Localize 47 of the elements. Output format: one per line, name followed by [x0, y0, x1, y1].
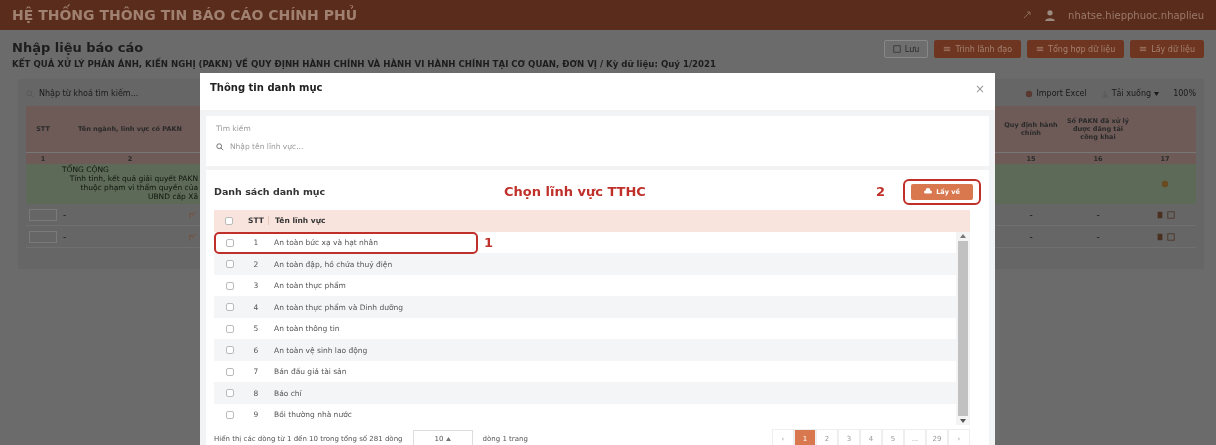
checkbox[interactable] [226, 389, 234, 397]
checkbox[interactable] [226, 281, 234, 290]
expand-icon[interactable] [1022, 10, 1033, 20]
modal-title: Thông tin danh mục [210, 82, 323, 95]
edit-icon [189, 210, 197, 219]
cloud-download-icon [924, 187, 933, 196]
checkbox[interactable] [226, 238, 234, 247]
checkbox[interactable] [226, 367, 234, 376]
caret-icon [445, 437, 451, 441]
table-cell: - [63, 209, 67, 220]
checkbox[interactable] [226, 410, 234, 419]
download-menu[interactable]: Tải xuống [1111, 89, 1152, 98]
table-cell: - [1029, 209, 1033, 220]
page-title: Nhập liệu báo cáo [12, 40, 145, 55]
import-excel-link[interactable]: Import Excel [1036, 89, 1087, 98]
table-cell: - [63, 231, 67, 242]
annotation-number: 2 [875, 184, 885, 199]
close-button[interactable]: × [974, 82, 985, 96]
caret-icon [1154, 91, 1160, 96]
scrollbar-thumb[interactable] [958, 240, 968, 416]
table-cell: - [1096, 209, 1100, 220]
list-icon [943, 45, 952, 53]
list-title: Danh sách danh mục [214, 186, 327, 197]
action-button[interactable]: Tổng hợp dữ liệu [1027, 40, 1125, 58]
list-icon [1036, 45, 1045, 53]
edit-icon [189, 232, 197, 241]
checkbox[interactable] [226, 324, 234, 333]
report-subtitle: KẾT QUẢ XỬ LÝ PHẢN ÁNH, KIẾN NGHỊ (PAKN) VỀ QUY ĐỊNH HÀNH CHÍNH VÀ HÀNH VI HÀNH CHÍNH TẠI CƠ QUAN, ĐƠN VỊ / Kỳ dữ liệu: Quý 1/2021 [12, 59, 716, 69]
user-icon [1044, 9, 1057, 21]
action-button[interactable]: Lấy dữ liệu [1130, 40, 1204, 58]
table-cell: - [1096, 231, 1100, 242]
scrollbar[interactable] [956, 231, 970, 425]
zoom-level: 100% [1173, 89, 1196, 98]
action-button[interactable]: Lưu [883, 40, 929, 58]
checkbox[interactable] [226, 346, 234, 354]
user-name[interactable]: nhatse.hiepphuoc.nhaplieu [1068, 9, 1204, 21]
checkbox[interactable] [225, 216, 233, 225]
search-field[interactable]: Nhập từ khoá tìm kiếm... [39, 89, 139, 98]
list-icon [1139, 45, 1148, 53]
annotation-text: Chọn lĩnh vực TTHC [504, 184, 647, 199]
search-icon [216, 142, 224, 151]
checkbox[interactable] [226, 260, 234, 268]
action-button[interactable]: Trình lãnh đạo [934, 40, 1022, 58]
annotation-number: 1 [484, 235, 495, 250]
scroll-down-icon[interactable] [960, 419, 966, 423]
checkbox[interactable] [226, 303, 234, 311]
table-cell: - [1029, 231, 1033, 242]
